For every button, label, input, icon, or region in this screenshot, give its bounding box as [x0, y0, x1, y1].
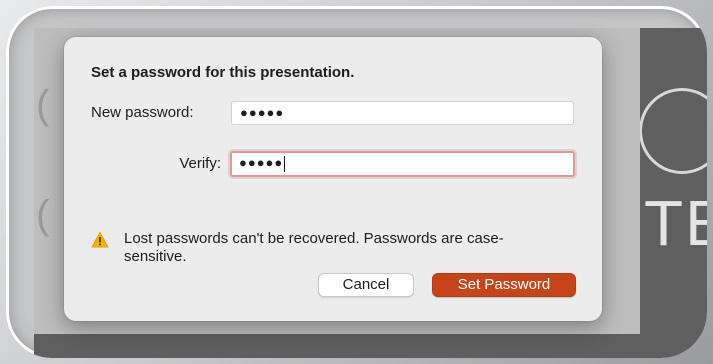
verify-password-field[interactable]: ●●●●●	[230, 151, 575, 177]
warning-message: Lost passwords can't be recovered. Passw…	[124, 230, 504, 265]
new-password-field[interactable]: ●●●●●	[231, 101, 574, 125]
text-cursor	[284, 155, 286, 172]
verify-label: Verify:	[179, 155, 221, 172]
verify-password-value: ●●●●●	[239, 155, 284, 170]
ghost-glyph: (	[36, 193, 50, 237]
ghost-glyph: (	[36, 83, 50, 127]
cancel-button[interactable]: Cancel	[318, 273, 414, 297]
dialog-title: Set a password for this presentation.	[91, 64, 355, 81]
set-password-dialog: Set a password for this presentation. Ne…	[64, 37, 602, 321]
slide-letter-o	[639, 88, 707, 174]
set-password-button[interactable]: Set Password	[432, 273, 576, 297]
warning-triangle-icon	[91, 232, 109, 248]
slide-text: TE	[644, 187, 707, 259]
new-password-value: ●●●●●	[240, 105, 285, 120]
new-password-label: New password:	[91, 104, 194, 121]
